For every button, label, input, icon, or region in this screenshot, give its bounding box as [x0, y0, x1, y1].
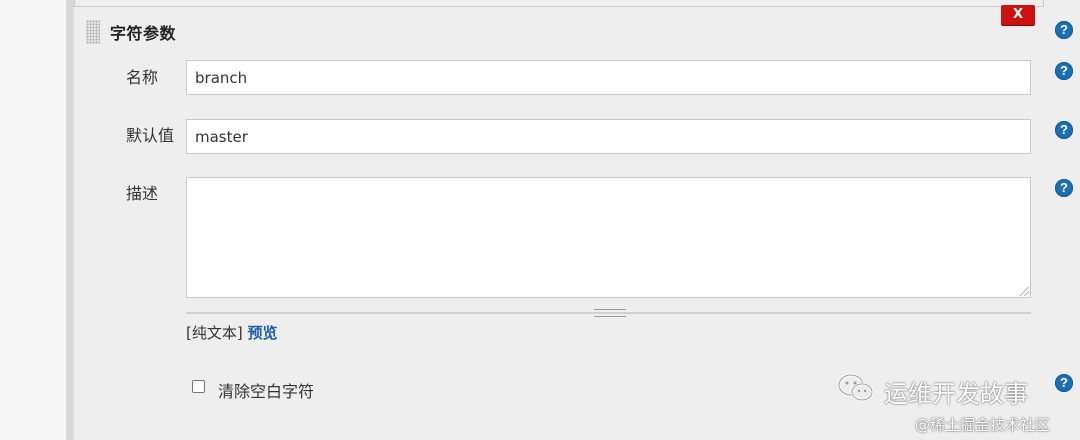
- name-field[interactable]: [186, 60, 1031, 95]
- help-icon[interactable]: ?: [1055, 374, 1073, 392]
- trim-label: 清除空白字符: [218, 382, 315, 401]
- drag-handle-icon[interactable]: [86, 20, 100, 44]
- preview-link[interactable]: 预览: [248, 324, 278, 342]
- wechat-logo-icon: [837, 373, 874, 402]
- default-value-label: 默认值: [126, 126, 175, 145]
- description-label: 描述: [126, 184, 159, 203]
- section-title: 字符参数: [110, 24, 177, 43]
- watermark-title: 运维开发故事: [884, 380, 1028, 408]
- default-value-field[interactable]: [186, 119, 1031, 154]
- name-label: 名称: [126, 68, 159, 87]
- help-icon[interactable]: ?: [1055, 179, 1073, 197]
- help-icon[interactable]: ?: [1055, 62, 1073, 80]
- resize-grip-icon[interactable]: [1020, 287, 1029, 296]
- left-column-border: [66, 0, 74, 440]
- format-line: [纯文本] 预览: [186, 322, 278, 343]
- panel-top-border: [74, 0, 1044, 7]
- plain-text-label: [纯文本]: [186, 324, 243, 342]
- left-column: [0, 0, 67, 440]
- description-textarea[interactable]: [186, 177, 1031, 298]
- watermark-subtitle: @稀土掘金技术社区: [915, 416, 1051, 434]
- resize-handle-icon[interactable]: [594, 309, 626, 317]
- trim-checkbox[interactable]: [192, 380, 205, 393]
- delete-button[interactable]: X: [1001, 5, 1035, 25]
- help-icon[interactable]: ?: [1055, 121, 1073, 139]
- help-icon[interactable]: ?: [1055, 21, 1073, 39]
